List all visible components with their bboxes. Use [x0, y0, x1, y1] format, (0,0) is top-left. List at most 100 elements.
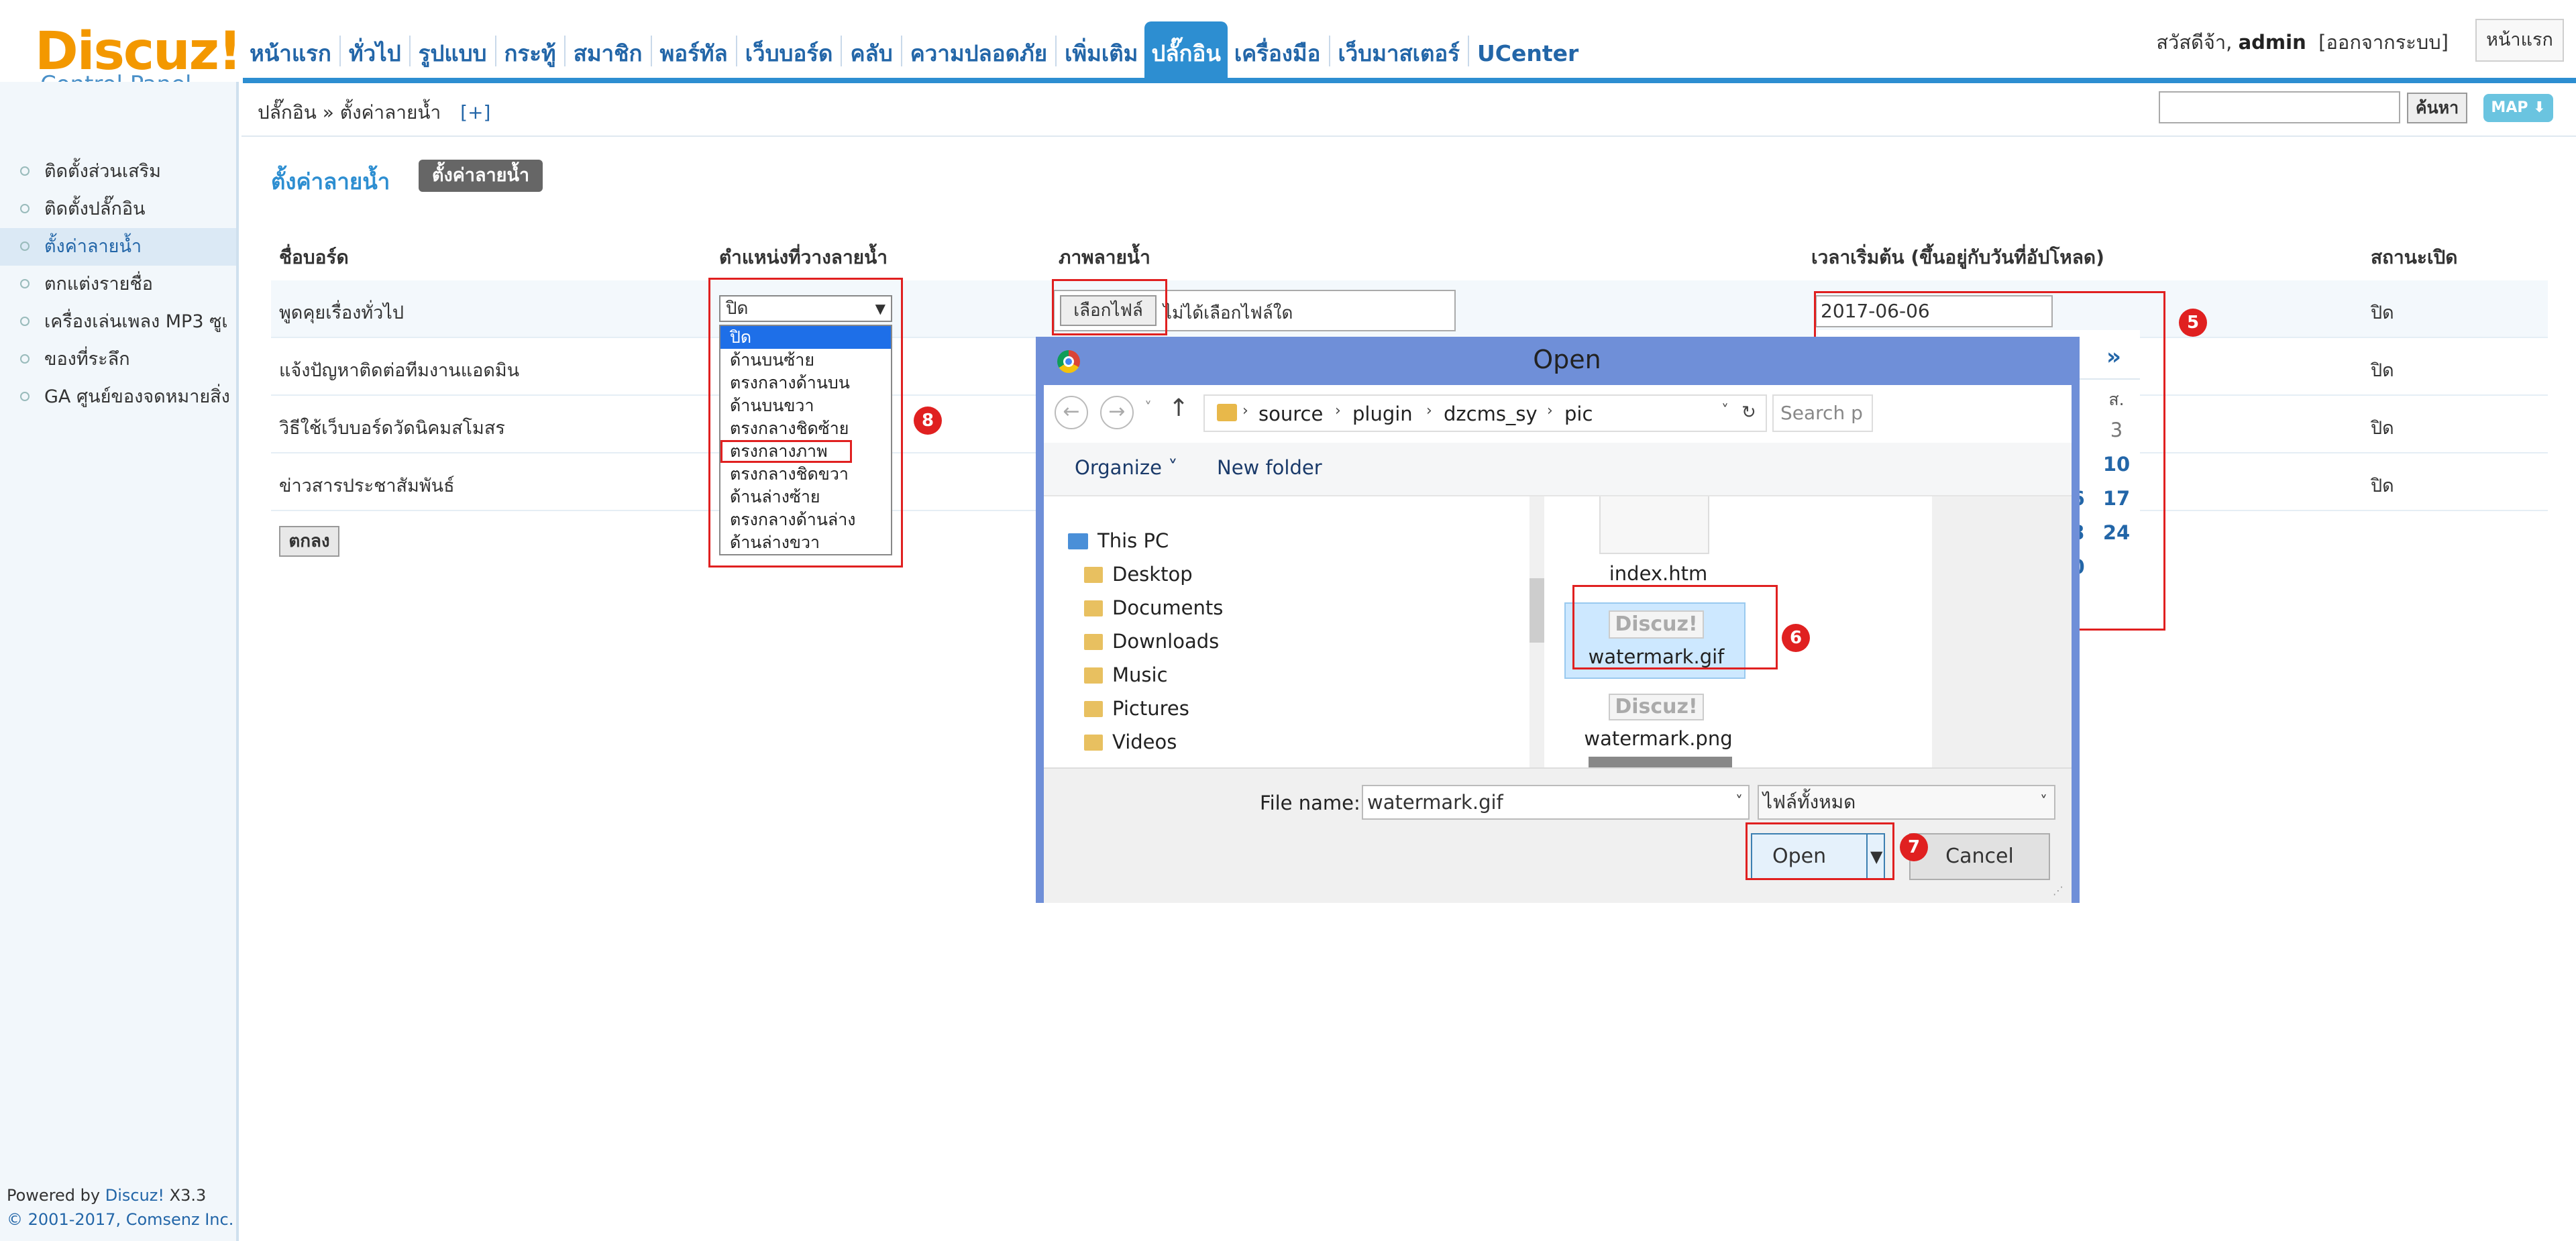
annotation-box-8	[708, 278, 903, 568]
new-folder-button[interactable]: New folder	[1217, 456, 1322, 479]
nav-home[interactable]: หน้าแรก	[243, 21, 338, 80]
tree-pictures[interactable]: Pictures	[1084, 694, 1189, 723]
logout-link[interactable]: [ออกจากระบบ]	[2318, 31, 2449, 54]
board-status: ปิด	[2371, 476, 2394, 496]
search-button[interactable]: ค้นหา	[2407, 93, 2467, 123]
file-name-label: File name:	[1260, 792, 1360, 814]
bullet-icon	[20, 279, 30, 288]
sidebar-item-mp3-player[interactable]: เครื่องเล่นเพลง MP3 ซูเ	[0, 303, 236, 341]
address-bar[interactable]: › source › plugin › dzcms_sy › pic ˅ ↻	[1203, 394, 1767, 432]
tree-scroll-thumb[interactable]	[1529, 578, 1544, 643]
computer-icon	[1068, 533, 1088, 549]
board-name: ข่าวสารประชาสัมพันธ์	[279, 476, 455, 496]
watermark-thumbnail: Discuz!	[1609, 694, 1704, 720]
sidebar-item-install-plugin[interactable]: ติดตั้งปลั๊กอิน	[0, 191, 236, 228]
chevron-right-icon: ›	[1242, 402, 1248, 419]
col-board: ชื่อบอร์ด	[279, 246, 349, 268]
open-file-dialog: Open ← → ˅ ↑ › source › plugin › dzcms_s…	[1036, 337, 2080, 903]
folder-icon	[1084, 634, 1103, 650]
back-arrow-icon[interactable]: ←	[1055, 396, 1088, 429]
tree-music[interactable]: Music	[1084, 660, 1168, 690]
header: Discuz! Control Panel หน้าแรก ทั่วไป รูป…	[0, 0, 2576, 98]
user-greeting: สวัสดีจ้า, admin [ออกจากระบบ]	[2156, 27, 2449, 58]
breadcrumb: ปลั๊กอิน » ตั้งค่าลายน้ำ [+]	[258, 98, 490, 127]
file-watermark-png[interactable]: watermark.png	[1544, 727, 1772, 750]
nav-threads[interactable]: กระทู้	[498, 21, 563, 80]
annotation-badge-6: 6	[1782, 624, 1810, 652]
dialog-search-input[interactable]: Search p	[1772, 394, 1873, 432]
dialog-title: Open	[1533, 345, 1601, 374]
board-status: ปิด	[2371, 418, 2394, 439]
nav-security[interactable]: ความปลอดภัย	[904, 21, 1054, 80]
address-row: ← → ˅ ↑ › source › plugin › dzcms_sy › p…	[1044, 385, 2072, 443]
nav-plugins[interactable]: ปลั๊กอิน	[1144, 21, 1228, 80]
folder-icon	[1217, 404, 1237, 421]
nav-underline	[243, 78, 2576, 83]
recent-dropdown-icon[interactable]: ˅	[1144, 400, 1152, 417]
tree-videos[interactable]: Videos	[1084, 727, 1177, 757]
sidebar-item-name-decor[interactable]: ตกแต่งรายชื่อ	[0, 266, 236, 303]
annotation-box-7	[1746, 822, 1894, 880]
breadcrumb-path: ปลั๊กอิน » ตั้งค่าลายน้ำ	[258, 101, 441, 123]
nav-general[interactable]: ทั่วไป	[342, 21, 408, 80]
sidebar-item-ga-mail[interactable]: GA ศูนย์ของจดหมายสิ่ง	[0, 378, 236, 416]
nav-webmaster[interactable]: เว็บมาสเตอร์	[1332, 21, 1466, 80]
annotation-badge-5: 5	[2179, 309, 2207, 337]
cancel-button[interactable]: Cancel	[1909, 833, 2050, 880]
up-arrow-icon[interactable]: ↑	[1169, 394, 1189, 422]
organize-menu[interactable]: Organize ˅	[1075, 456, 1178, 479]
add-shortcut-link[interactable]: [+]	[460, 101, 490, 123]
folder-icon	[1084, 735, 1103, 751]
sidebar-item-souvenir[interactable]: ของที่ระลึก	[0, 341, 236, 378]
refresh-icon[interactable]: ↻	[1741, 402, 1756, 423]
tree-desktop[interactable]: Desktop	[1084, 559, 1193, 589]
powered-brand[interactable]: Discuz!	[105, 1186, 164, 1205]
col-status: สถานะเปิด	[2371, 246, 2458, 268]
folder-icon	[1084, 567, 1103, 583]
path-pic[interactable]: pic	[1564, 402, 1593, 425]
home-button[interactable]: หน้าแรก	[2475, 19, 2564, 62]
forward-arrow-icon[interactable]: →	[1100, 396, 1134, 429]
tree-documents[interactable]: Documents	[1084, 593, 1223, 623]
map-button[interactable]: MAP ⬇	[2483, 94, 2553, 122]
bullet-icon	[20, 241, 30, 251]
path-source[interactable]: source	[1258, 402, 1323, 425]
tree-downloads[interactable]: Downloads	[1084, 627, 1219, 656]
nav-style[interactable]: รูปแบบ	[412, 21, 494, 80]
greeting-prefix: สวัสดีจ้า,	[2156, 31, 2233, 54]
file-type-select[interactable]: ไฟล์ทั้งหมด ˅	[1758, 785, 2055, 820]
folder-icon	[1084, 600, 1103, 616]
path-dzcms[interactable]: dzcms_sy	[1444, 402, 1538, 425]
chevron-down-icon: ˅	[2040, 794, 2047, 810]
nav-club[interactable]: คลับ	[843, 21, 899, 80]
board-status: ปิด	[2371, 360, 2394, 381]
nav-extended[interactable]: เพิ่มเติม	[1058, 21, 1144, 80]
breadcrumb-bar: ปลั๊กอิน » ตั้งค่าลายน้ำ [+] ค้นหา MAP ⬇	[241, 83, 2576, 137]
annotation-box-file	[1052, 279, 1167, 335]
search-input[interactable]	[2159, 91, 2400, 123]
chevron-down-icon[interactable]: ˅	[1735, 786, 1743, 818]
chevron-down-icon[interactable]: ˅	[1721, 402, 1729, 419]
tab-watermark[interactable]: ตั้งค่าลายน้ำ	[419, 160, 543, 192]
nav-tools[interactable]: เครื่องมือ	[1228, 21, 1328, 80]
submit-button[interactable]: ตกลง	[279, 526, 339, 557]
nav-ucenter[interactable]: UCenter	[1470, 21, 1585, 80]
tree-this-pc[interactable]: This PC	[1068, 526, 1169, 555]
path-plugin[interactable]: plugin	[1352, 402, 1413, 425]
col-image: ภาพลายน้ำ	[1059, 246, 1150, 268]
chevron-right-icon: ›	[1426, 402, 1432, 419]
tree-scrollbar[interactable]	[1529, 496, 1544, 767]
file-status: ไม่ได้เลือกไฟล์ใด	[1163, 303, 1293, 323]
nav-forum[interactable]: เว็บบอร์ด	[739, 21, 840, 80]
file-name-input[interactable]: watermark.gif ˅	[1362, 785, 1750, 820]
nav-members[interactable]: สมาชิก	[567, 21, 649, 80]
nav-portal[interactable]: พอร์ทัล	[653, 21, 735, 80]
sidebar-item-watermark[interactable]: ตั้งค่าลายน้ำ	[0, 228, 236, 266]
sidebar-item-install-addon[interactable]: ติดตั้งส่วนเสริม	[0, 153, 236, 191]
image-thumbnail[interactable]	[1589, 757, 1732, 767]
html-file-icon	[1599, 496, 1709, 554]
board-name: วิธีใช้เว็บบอร์ดวัดนิคมสโมสร	[279, 418, 505, 439]
bullet-icon	[20, 354, 30, 364]
resize-grip-icon[interactable]: ⋰	[2053, 884, 2066, 898]
file-index-htm[interactable]: index.htm	[1544, 562, 1772, 585]
